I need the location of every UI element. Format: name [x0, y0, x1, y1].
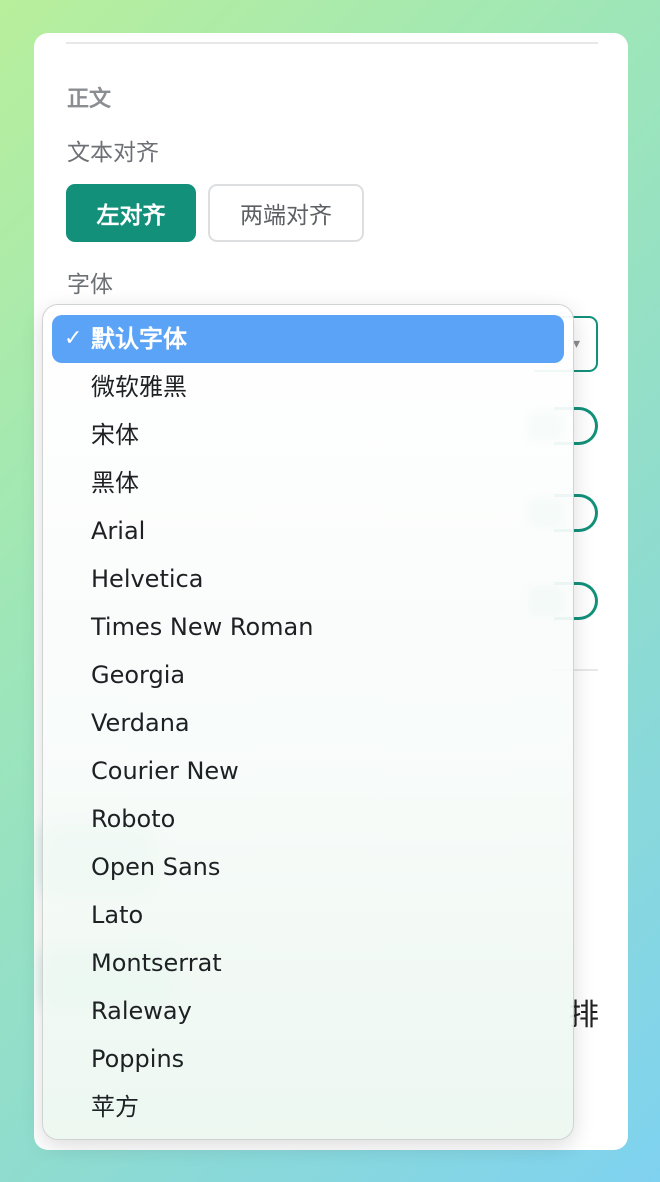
- font-option[interactable]: Georgia: [52, 651, 564, 699]
- font-option-label: 默认字体: [91, 325, 187, 353]
- check-icon: ✓: [64, 326, 83, 351]
- top-divider: [66, 42, 598, 44]
- section-title: 正文: [67, 87, 112, 112]
- align-justify-button[interactable]: 两端对齐: [208, 184, 364, 242]
- text-align-label: 文本对齐: [67, 140, 159, 166]
- chevron-down-icon: ▾: [572, 336, 580, 352]
- font-option[interactable]: Courier New: [52, 747, 564, 795]
- font-dropdown-menu[interactable]: ✓ 默认字体 微软雅黑 宋体 黑体 Arial Helvetica Times …: [42, 304, 574, 1140]
- font-option[interactable]: 微软雅黑: [52, 363, 564, 411]
- font-option[interactable]: Lato: [52, 891, 564, 939]
- font-option[interactable]: 黑体: [52, 459, 564, 507]
- font-option[interactable]: Times New Roman: [52, 603, 564, 651]
- font-option-selected[interactable]: ✓ 默认字体: [52, 315, 564, 363]
- font-option[interactable]: Roboto: [52, 795, 564, 843]
- font-option[interactable]: 宋体: [52, 411, 564, 459]
- font-option[interactable]: Montserrat: [52, 939, 564, 987]
- align-left-button[interactable]: 左对齐: [66, 184, 196, 242]
- font-option[interactable]: Arial: [52, 507, 564, 555]
- font-option[interactable]: Helvetica: [52, 555, 564, 603]
- font-option[interactable]: Open Sans: [52, 843, 564, 891]
- font-option[interactable]: Poppins: [52, 1035, 564, 1083]
- font-label: 字体: [67, 272, 113, 298]
- font-option[interactable]: 苹方: [52, 1083, 564, 1131]
- font-option[interactable]: Raleway: [52, 987, 564, 1035]
- font-option[interactable]: Verdana: [52, 699, 564, 747]
